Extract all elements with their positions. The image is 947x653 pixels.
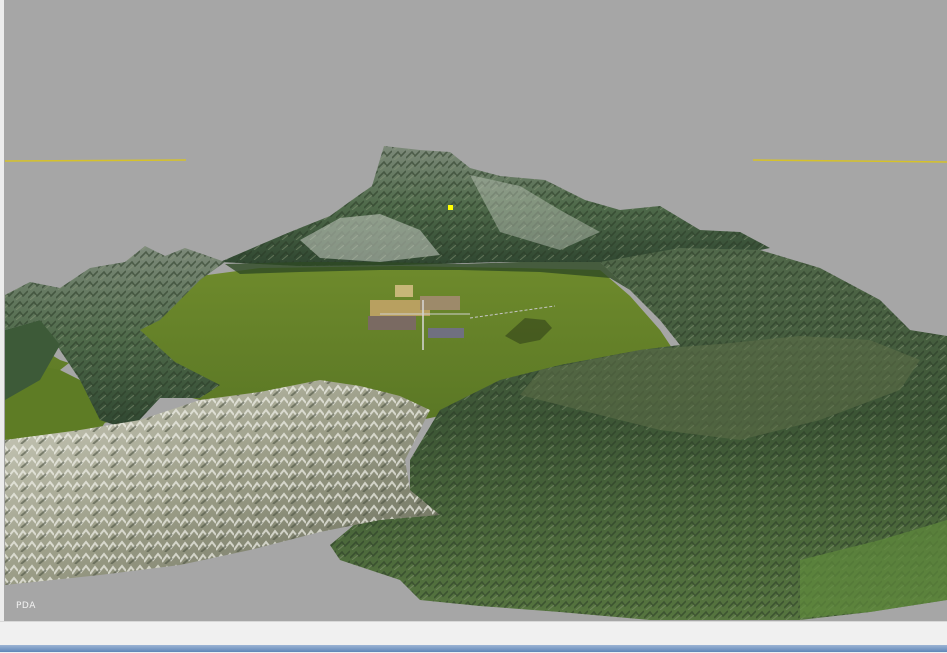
taskbar-strip: [0, 645, 947, 652]
position-marker[interactable]: [448, 205, 453, 210]
3d-viewport[interactable]: PDA: [0, 0, 947, 621]
distant-mountain-peak: [220, 146, 770, 266]
horizon-line-right: [752, 159, 947, 163]
terrain-scene[interactable]: [0, 0, 947, 621]
viewport-label: PDA: [16, 601, 36, 611]
horizon-line-left: [4, 159, 187, 162]
